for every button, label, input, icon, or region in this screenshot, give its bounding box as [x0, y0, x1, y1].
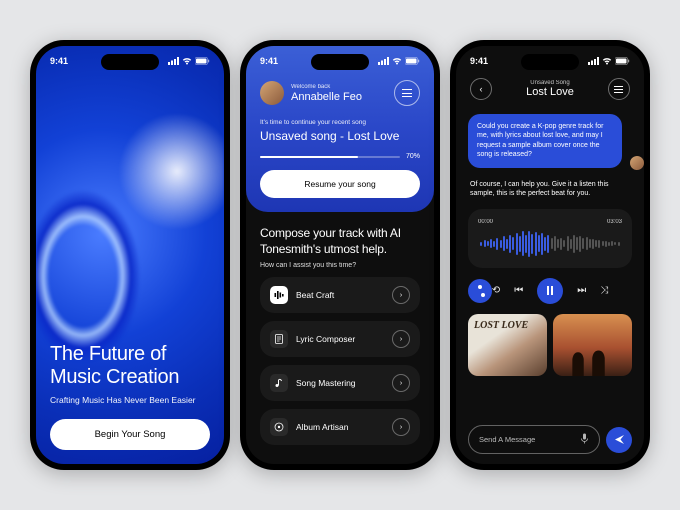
menu-button[interactable] — [608, 78, 630, 100]
chat-pretitle: Unsaved Song — [526, 80, 574, 86]
signal-icon — [378, 57, 389, 65]
avatar — [628, 154, 644, 172]
input-placeholder: Send A Message — [479, 435, 535, 444]
send-icon — [614, 434, 625, 445]
microphone-icon[interactable] — [580, 433, 589, 446]
tool-label: Song Mastering — [296, 378, 356, 388]
audio-times: 00:00 03:03 — [478, 219, 622, 225]
phone-home: 9:41 Welcome back Annabelle Feo — [240, 40, 440, 470]
chevron-right-icon: › — [392, 330, 410, 348]
compose-heading: Compose your track with AI Tonesmith's u… — [260, 226, 420, 257]
album-covers: LOST LOVE — [456, 304, 644, 376]
dynamic-island — [521, 54, 579, 70]
next-button[interactable]: ⏭ — [577, 285, 586, 296]
tool-lyric-composer[interactable]: Lyric Composer › — [260, 321, 420, 357]
headline-line1: The Future of — [50, 343, 210, 366]
status-time: 9:41 — [470, 56, 488, 66]
tool-label: Album Artisan — [296, 422, 348, 432]
chevron-right-icon: › — [392, 286, 410, 304]
message-input[interactable]: Send A Message — [468, 425, 600, 454]
tool-label: Lyric Composer — [296, 334, 355, 344]
chat-thread: Could you create a K-pop genre track for… — [456, 108, 644, 199]
repeat-button[interactable]: ⟲ — [492, 285, 500, 296]
time-end: 03:03 — [607, 219, 622, 225]
subheadline: Crafting Music Has Never Been Easier — [50, 395, 210, 405]
equalizer-icon — [270, 286, 288, 304]
phone-onboarding: 9:41 The Future of Music Creation Crafti… — [30, 40, 230, 470]
previous-button[interactable]: ⏮ — [514, 285, 523, 296]
phone-chat: 9:41 ‹ Unsaved Song Lost Love Could you … — [450, 40, 650, 470]
status-icons — [378, 57, 420, 65]
album-cover-option-2[interactable] — [553, 314, 632, 376]
chat-title: Lost Love — [526, 86, 574, 98]
dynamic-island — [101, 54, 159, 70]
chat-title-block: Unsaved Song Lost Love — [526, 80, 574, 98]
battery-icon — [405, 57, 420, 65]
welcome-row: Welcome back Annabelle Feo — [260, 80, 420, 106]
screen-home: 9:41 Welcome back Annabelle Feo — [246, 46, 434, 464]
wifi-icon — [602, 57, 612, 65]
dynamic-island — [311, 54, 369, 70]
audio-preview-card: 00:00 03:03 — [468, 209, 632, 268]
status-time: 9:41 — [50, 56, 68, 66]
status-time: 9:41 — [260, 56, 278, 66]
headline-line2: Music Creation — [50, 366, 210, 389]
progress-bar[interactable] — [260, 156, 400, 158]
continue-hint: It's time to continue your recent song — [260, 119, 420, 126]
user-block[interactable]: Welcome back Annabelle Feo — [260, 81, 362, 105]
hamburger-icon — [402, 89, 412, 97]
wifi-icon — [392, 57, 402, 65]
screen-onboarding: 9:41 The Future of Music Creation Crafti… — [36, 46, 224, 464]
playback-controls: ⟲ ⏮ ⏭ ⤨ — [456, 278, 644, 304]
assist-prompt: How can I assist you this time? — [260, 262, 420, 269]
time-start: 00:00 — [478, 219, 493, 225]
battery-icon — [195, 57, 210, 65]
pause-button[interactable] — [537, 278, 563, 304]
user-message: Could you create a K-pop genre track for… — [468, 114, 622, 168]
progress-row: 70% — [260, 153, 420, 160]
signal-icon — [588, 57, 599, 65]
disc-icon — [270, 418, 288, 436]
cover-text: LOST LOVE — [474, 320, 528, 331]
status-icons — [168, 57, 210, 65]
ai-message: Of course, I can help you. Give it a lis… — [468, 180, 632, 199]
tool-song-mastering[interactable]: Song Mastering › — [260, 365, 420, 401]
wifi-icon — [182, 57, 192, 65]
tool-album-artisan[interactable]: Album Artisan › — [260, 409, 420, 445]
compose-line2: Tonesmith's utmost help. — [260, 242, 420, 258]
headline: The Future of Music Creation — [50, 343, 210, 389]
avatar[interactable] — [260, 81, 284, 105]
chevron-right-icon: › — [392, 418, 410, 436]
back-button[interactable]: ‹ — [470, 78, 492, 100]
menu-button[interactable] — [394, 80, 420, 106]
battery-icon — [615, 57, 630, 65]
progress-percent: 70% — [406, 153, 420, 160]
username: Annabelle Feo — [291, 91, 362, 103]
compose-line1: Compose your track with AI — [260, 226, 420, 242]
resume-song-button[interactable]: Resume your song — [260, 170, 420, 198]
home-body: Compose your track with AI Tonesmith's u… — [246, 212, 434, 459]
document-icon — [270, 330, 288, 348]
send-button[interactable] — [606, 427, 632, 453]
signal-icon — [168, 57, 179, 65]
tool-beat-craft[interactable]: Beat Craft › — [260, 277, 420, 313]
onboarding-content: The Future of Music Creation Crafting Mu… — [36, 329, 224, 464]
begin-song-button[interactable]: Begin Your Song — [50, 419, 210, 450]
chevron-right-icon: › — [392, 374, 410, 392]
waveform[interactable] — [478, 230, 622, 258]
album-cover-option-1[interactable]: LOST LOVE — [468, 314, 547, 376]
music-note-icon — [270, 374, 288, 392]
screen-chat: 9:41 ‹ Unsaved Song Lost Love Could you … — [456, 46, 644, 464]
welcome-label: Welcome back — [291, 84, 362, 90]
input-row: Send A Message — [456, 415, 644, 464]
ai-regenerate-button[interactable] — [468, 279, 492, 303]
silhouette-art — [561, 342, 618, 376]
tool-label: Beat Craft — [296, 290, 334, 300]
shuffle-button[interactable]: ⤨ — [600, 285, 608, 296]
status-icons — [588, 57, 630, 65]
hamburger-icon — [614, 86, 623, 93]
recent-song-title: Unsaved song - Lost Love — [260, 129, 420, 143]
